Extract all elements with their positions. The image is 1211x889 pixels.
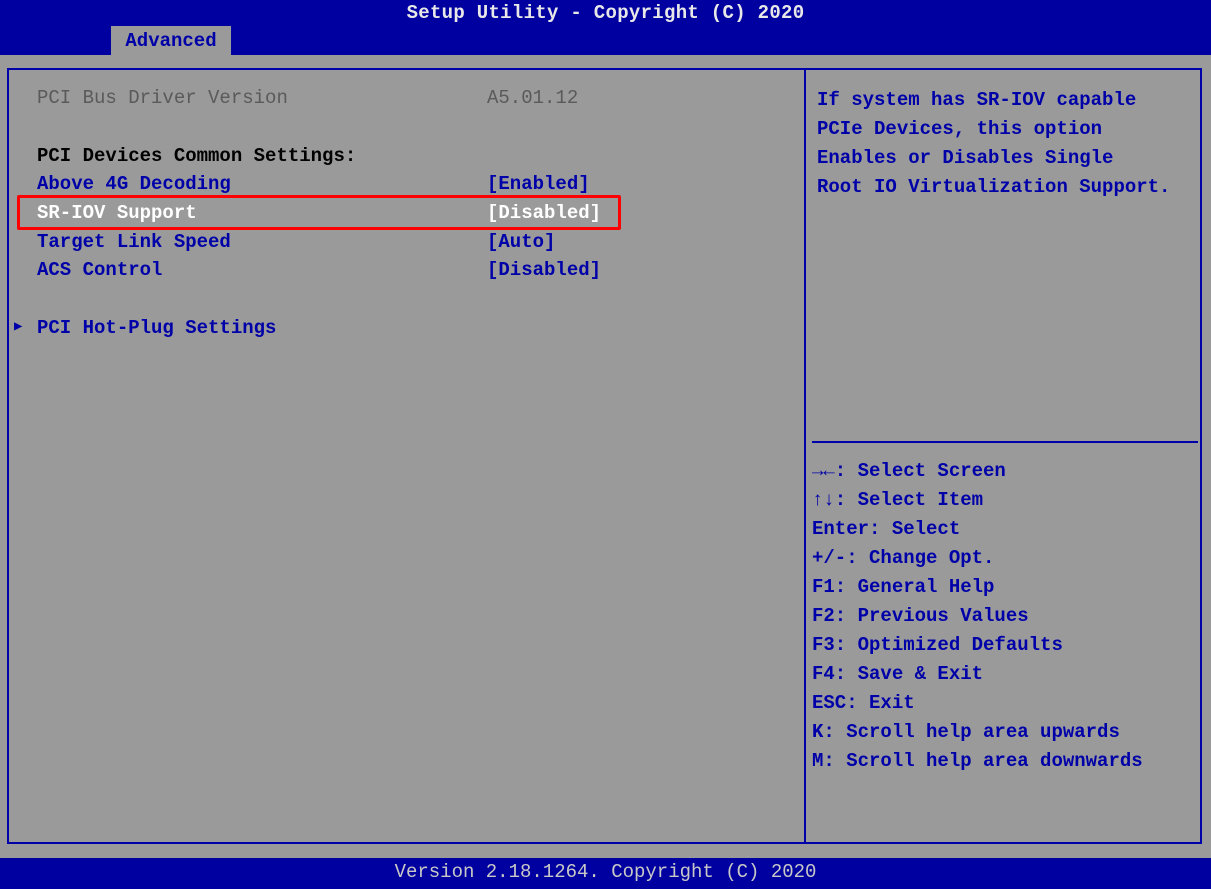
tab-advanced[interactable]: Advanced bbox=[111, 26, 231, 55]
setting-target-link-speed[interactable]: Target Link Speed bbox=[37, 228, 231, 256]
footer-bar: Version 2.18.1264. Copyright (C) 2020 bbox=[0, 858, 1211, 889]
key-hint-f2: F2: Previous Values bbox=[812, 605, 1029, 627]
key-hint-change-opt: +/-: Change Opt. bbox=[812, 547, 995, 569]
setting-acs-control[interactable]: ACS Control bbox=[37, 256, 162, 284]
help-line: Enables or Disables Single bbox=[817, 147, 1114, 169]
key-hint-scroll-down: M: Scroll help area downwards bbox=[812, 750, 1143, 772]
help-divider bbox=[812, 441, 1198, 443]
header-bar: Setup Utility - Copyright (C) 2020 Advan… bbox=[0, 0, 1211, 55]
setting-above-4g-decoding[interactable]: Above 4G Decoding bbox=[37, 170, 231, 198]
key-hint-scroll-up: K: Scroll help area upwards bbox=[812, 721, 1120, 743]
pci-bus-driver-version-value: A5.01.12 bbox=[487, 87, 579, 109]
key-hint-esc: ESC: Exit bbox=[812, 692, 915, 714]
section-heading: PCI Devices Common Settings: bbox=[37, 145, 357, 167]
help-line: If system has SR-IOV capable bbox=[817, 89, 1137, 111]
help-line: Root IO Virtualization Support. bbox=[817, 176, 1171, 198]
panel-divider bbox=[804, 68, 806, 844]
key-hint-f3: F3: Optimized Defaults bbox=[812, 634, 1063, 656]
app-title: Setup Utility - Copyright (C) 2020 bbox=[406, 2, 805, 24]
key-hint-enter: Enter: Select bbox=[812, 518, 961, 540]
help-line: PCIe Devices, this option bbox=[817, 118, 1103, 140]
setting-target-link-speed-value[interactable]: [Auto] bbox=[487, 228, 555, 256]
key-hint-f1: F1: General Help bbox=[812, 576, 995, 598]
version-text: Version 2.18.1264. Copyright (C) 2020 bbox=[394, 861, 817, 883]
pci-bus-driver-version-label: PCI Bus Driver Version bbox=[37, 87, 288, 109]
setting-acs-control-value[interactable]: [Disabled] bbox=[487, 256, 601, 284]
key-hint-select-item: ↑↓: Select Item bbox=[812, 489, 984, 511]
key-hint-f4: F4: Save & Exit bbox=[812, 663, 984, 685]
selection-highlight-box bbox=[17, 195, 621, 230]
key-hint-select-screen: →←: Select Screen bbox=[812, 460, 1006, 482]
submenu-pci-hot-plug-settings[interactable]: PCI Hot-Plug Settings bbox=[37, 314, 276, 342]
setting-above-4g-decoding-value[interactable]: [Enabled] bbox=[487, 170, 590, 198]
triangle-right-icon: ▶ bbox=[14, 318, 23, 334]
